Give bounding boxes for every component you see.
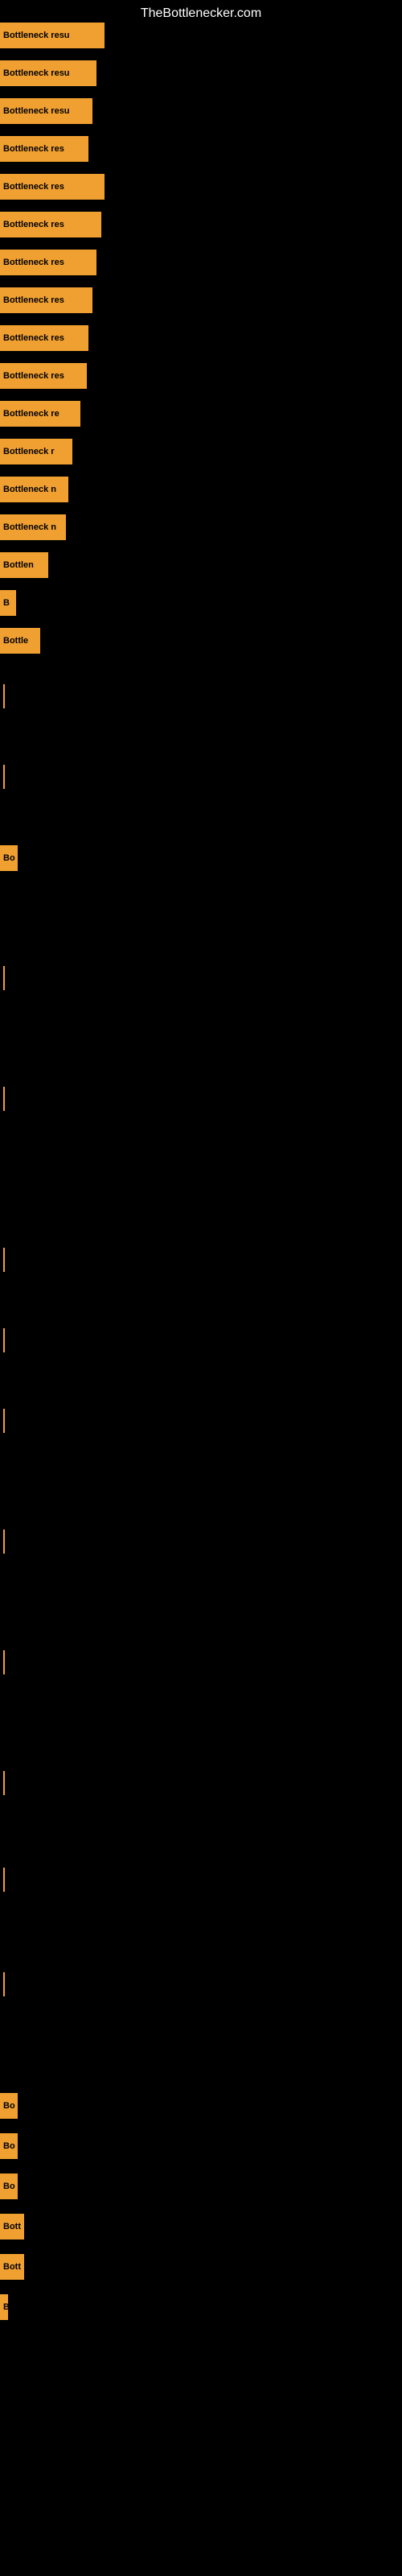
bottleneck-bar-label-10: Bottleneck re: [3, 409, 59, 419]
bottleneck-bar-label-32: Bo: [3, 2182, 15, 2191]
bottleneck-bar-4: Bottleneck res: [0, 174, 105, 200]
bottleneck-bar-label-11: Bottleneck r: [3, 447, 55, 456]
bottleneck-bar-label-30: Bo: [3, 2101, 15, 2111]
bottleneck-bar-label-4: Bottleneck res: [3, 182, 64, 192]
bottleneck-bar-label-12: Bottleneck n: [3, 485, 56, 494]
bottleneck-bar-33: Bott: [0, 2214, 24, 2240]
bottleneck-bar-label-14: Bottlen: [3, 560, 34, 570]
bottleneck-bar-34: Bott: [0, 2254, 24, 2280]
vertical-line-20: [3, 966, 5, 990]
bottleneck-bar-9: Bottleneck res: [0, 363, 87, 389]
bottleneck-bar-14: Bottlen: [0, 552, 48, 578]
bottleneck-bar-label-6: Bottleneck res: [3, 258, 64, 267]
bottleneck-bar-10: Bottleneck re: [0, 401, 80, 427]
bottleneck-bar-31: Bo: [0, 2133, 18, 2159]
bottleneck-bar-13: Bottleneck n: [0, 514, 66, 540]
bottleneck-bar-0: Bottleneck resu: [0, 23, 105, 48]
bottleneck-bar-3: Bottleneck res: [0, 136, 88, 162]
bottleneck-bar-label-31: Bo: [3, 2141, 15, 2151]
vertical-line-22: [3, 1248, 5, 1272]
bottleneck-bar-2: Bottleneck resu: [0, 98, 92, 124]
bottleneck-bar-label-5: Bottleneck res: [3, 220, 64, 229]
vertical-line-18: [3, 765, 5, 789]
bottleneck-bar-label-9: Bottleneck res: [3, 371, 64, 381]
bottleneck-bar-label-3: Bottleneck res: [3, 144, 64, 154]
bottleneck-bar-30: Bo: [0, 2093, 18, 2119]
bottleneck-bar-12: Bottleneck n: [0, 477, 68, 502]
bottleneck-bar-5: Bottleneck res: [0, 212, 101, 237]
vertical-line-25: [3, 1530, 5, 1554]
bottleneck-bar-label-19: Bo: [3, 853, 15, 863]
vertical-line-17: [3, 684, 5, 708]
bottleneck-bar-7: Bottleneck res: [0, 287, 92, 313]
bottleneck-bar-label-33: Bott: [3, 2222, 21, 2231]
vertical-line-21: [3, 1087, 5, 1111]
bottleneck-bar-16: Bottle: [0, 628, 40, 654]
bottleneck-bar-label-2: Bottleneck resu: [3, 106, 70, 116]
vertical-line-24: [3, 1409, 5, 1433]
bottleneck-bar-label-15: B: [3, 598, 10, 608]
vertical-line-26: [3, 1650, 5, 1674]
vertical-line-23: [3, 1328, 5, 1352]
bottleneck-bar-11: Bottleneck r: [0, 439, 72, 464]
bottleneck-bar-32: Bo: [0, 2174, 18, 2199]
bottleneck-bar-label-35: B: [3, 2302, 8, 2312]
vertical-line-29: [3, 1972, 5, 1996]
vertical-line-27: [3, 1771, 5, 1795]
bottleneck-bar-19: Bo: [0, 845, 18, 871]
bottleneck-bar-label-8: Bottleneck res: [3, 333, 64, 343]
bottleneck-bar-15: B: [0, 590, 16, 616]
bottleneck-bar-35: B: [0, 2294, 8, 2320]
bottleneck-bar-label-0: Bottleneck resu: [3, 31, 70, 40]
bottleneck-bar-label-7: Bottleneck res: [3, 295, 64, 305]
bottleneck-bar-6: Bottleneck res: [0, 250, 96, 275]
bottleneck-bar-label-1: Bottleneck resu: [3, 68, 70, 78]
vertical-line-28: [3, 1868, 5, 1892]
bottleneck-bar-label-13: Bottleneck n: [3, 522, 56, 532]
bottleneck-bar-label-34: Bott: [3, 2262, 21, 2272]
bottleneck-bar-8: Bottleneck res: [0, 325, 88, 351]
bottleneck-bar-1: Bottleneck resu: [0, 60, 96, 86]
bottleneck-bar-label-16: Bottle: [3, 636, 28, 646]
